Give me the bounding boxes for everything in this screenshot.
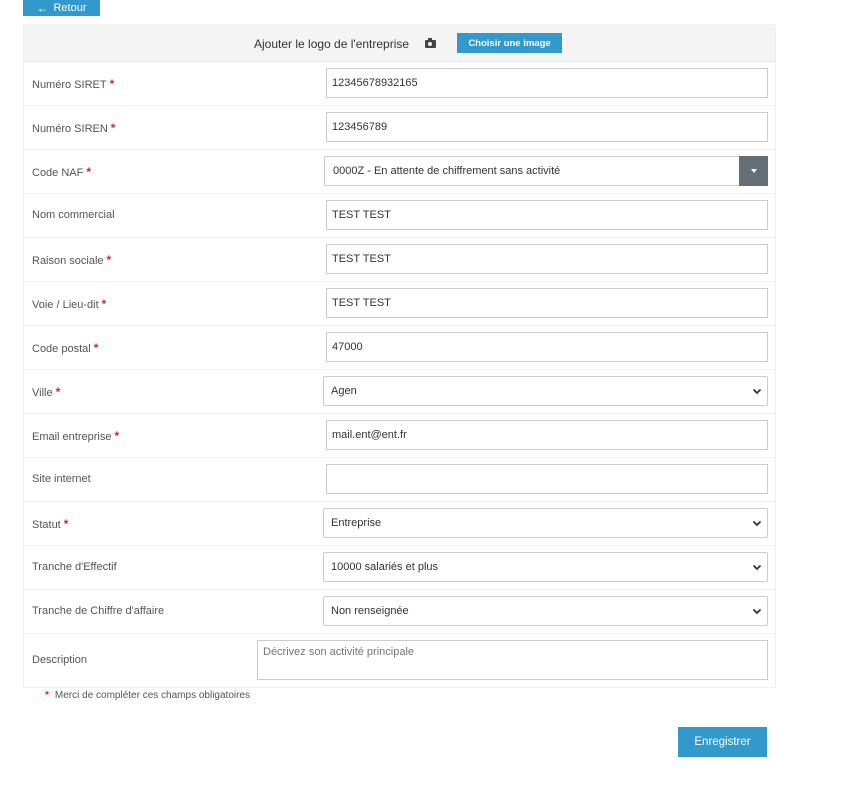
logo-upload-label: Ajouter le logo de l'entreprise <box>254 37 410 51</box>
camera-icon <box>425 38 436 48</box>
field-row-ville: Ville * Agen <box>24 370 775 414</box>
statut-value: Entreprise <box>331 517 382 529</box>
siret-label: Numéro SIRET * <box>32 77 115 91</box>
field-row-description: Description <box>24 634 775 688</box>
siren-input[interactable]: 123456789 <box>326 112 768 142</box>
raison-sociale-label: Raison sociale * <box>32 253 112 267</box>
site-input[interactable] <box>326 464 768 494</box>
chiffre-select[interactable]: Non renseignée <box>323 596 768 626</box>
siren-label: Numéro SIREN * <box>32 121 116 135</box>
naf-label: Code NAF * <box>32 165 92 179</box>
required-marker: * <box>63 517 69 531</box>
field-row-naf: Code NAF * 0000Z - En attente de chiffrem… <box>24 150 775 194</box>
siret-input[interactable]: 12345678932165 <box>326 68 768 98</box>
field-row-chiffre: Tranche de Chiffre d'affaire Non renseig… <box>24 590 775 634</box>
field-row-voie: Voie / Lieu-dit * TEST TEST <box>24 282 775 326</box>
chevron-down-icon <box>752 608 762 615</box>
description-label: Description <box>32 654 88 666</box>
naf-select[interactable]: 0000Z - En attente de chiffrement sans a… <box>324 156 768 186</box>
chevron-down-icon <box>752 388 762 395</box>
required-marker: * <box>93 341 99 355</box>
field-row-statut: Statut * Entreprise <box>24 502 775 546</box>
back-button[interactable]: ← Retour <box>23 0 100 16</box>
field-row-raison-sociale: Raison sociale * TEST TEST <box>24 238 775 282</box>
required-marker: * <box>101 297 107 311</box>
required-marker: * <box>86 165 92 179</box>
naf-dropdown-toggle[interactable] <box>739 156 768 186</box>
field-row-nom-commercial: Nom commercial TEST TEST <box>24 194 775 238</box>
field-row-code-postal: Code postal * 47000 <box>24 326 775 370</box>
arrow-left-icon: ← <box>36 1 49 15</box>
required-note: * Merci de compléter ces champs obligatoi… <box>45 690 250 701</box>
field-row-email: Email entreprise * mail.ent@ent.fr <box>24 414 775 458</box>
nom-commercial-input[interactable]: TEST TEST <box>326 200 768 230</box>
required-marker: * <box>114 429 120 443</box>
required-marker: * <box>110 121 116 135</box>
effectif-label: Tranche d'Effectif <box>32 561 117 573</box>
code-postal-label: Code postal * <box>32 341 99 355</box>
nom-commercial-label: Nom commercial <box>32 209 115 221</box>
ville-select[interactable]: Agen <box>323 376 768 406</box>
field-row-site: Site internet <box>24 458 775 502</box>
statut-label: Statut * <box>32 517 69 531</box>
description-textarea[interactable] <box>257 640 768 680</box>
voie-input[interactable]: TEST TEST <box>326 288 768 318</box>
site-label: Site internet <box>32 473 91 485</box>
save-button[interactable]: Enregistrer <box>678 727 767 757</box>
effectif-value: 10000 salariés et plus <box>331 561 439 573</box>
effectif-select[interactable]: 10000 salariés et plus <box>323 552 768 582</box>
field-row-siret: Numéro SIRET * 12345678932165 <box>24 62 775 106</box>
required-marker: * <box>45 690 49 701</box>
statut-select[interactable]: Entreprise <box>323 508 768 538</box>
back-button-label: Retour <box>53 2 87 14</box>
chevron-down-icon <box>752 520 762 527</box>
caret-down-icon <box>750 169 757 173</box>
required-note-text: Merci de compléter ces champs obligatoir… <box>54 690 250 701</box>
code-postal-input[interactable]: 47000 <box>326 332 768 362</box>
email-label: Email entreprise * <box>32 429 120 443</box>
naf-value: 0000Z - En attente de chiffrement sans a… <box>333 165 561 177</box>
email-input[interactable]: mail.ent@ent.fr <box>326 420 768 450</box>
choose-image-button[interactable]: Choisir une image <box>457 33 562 53</box>
ville-value: Agen <box>331 385 357 397</box>
chiffre-label: Tranche de Chiffre d'affaire <box>32 605 165 617</box>
logo-upload-row: Ajouter le logo de l'entreprise Choisir … <box>24 25 775 62</box>
required-marker: * <box>106 253 112 267</box>
ville-label: Ville * <box>32 385 61 399</box>
voie-label: Voie / Lieu-dit * <box>32 297 107 311</box>
field-row-effectif: Tranche d'Effectif 10000 salariés et plu… <box>24 546 775 590</box>
required-marker: * <box>109 77 115 91</box>
field-row-siren: Numéro SIREN * 123456789 <box>24 106 775 150</box>
chevron-down-icon <box>752 564 762 571</box>
required-marker: * <box>55 385 61 399</box>
raison-sociale-input[interactable]: TEST TEST <box>326 244 768 274</box>
chiffre-value: Non renseignée <box>331 605 409 617</box>
company-form: Ajouter le logo de l'entreprise Choisir … <box>23 24 776 688</box>
